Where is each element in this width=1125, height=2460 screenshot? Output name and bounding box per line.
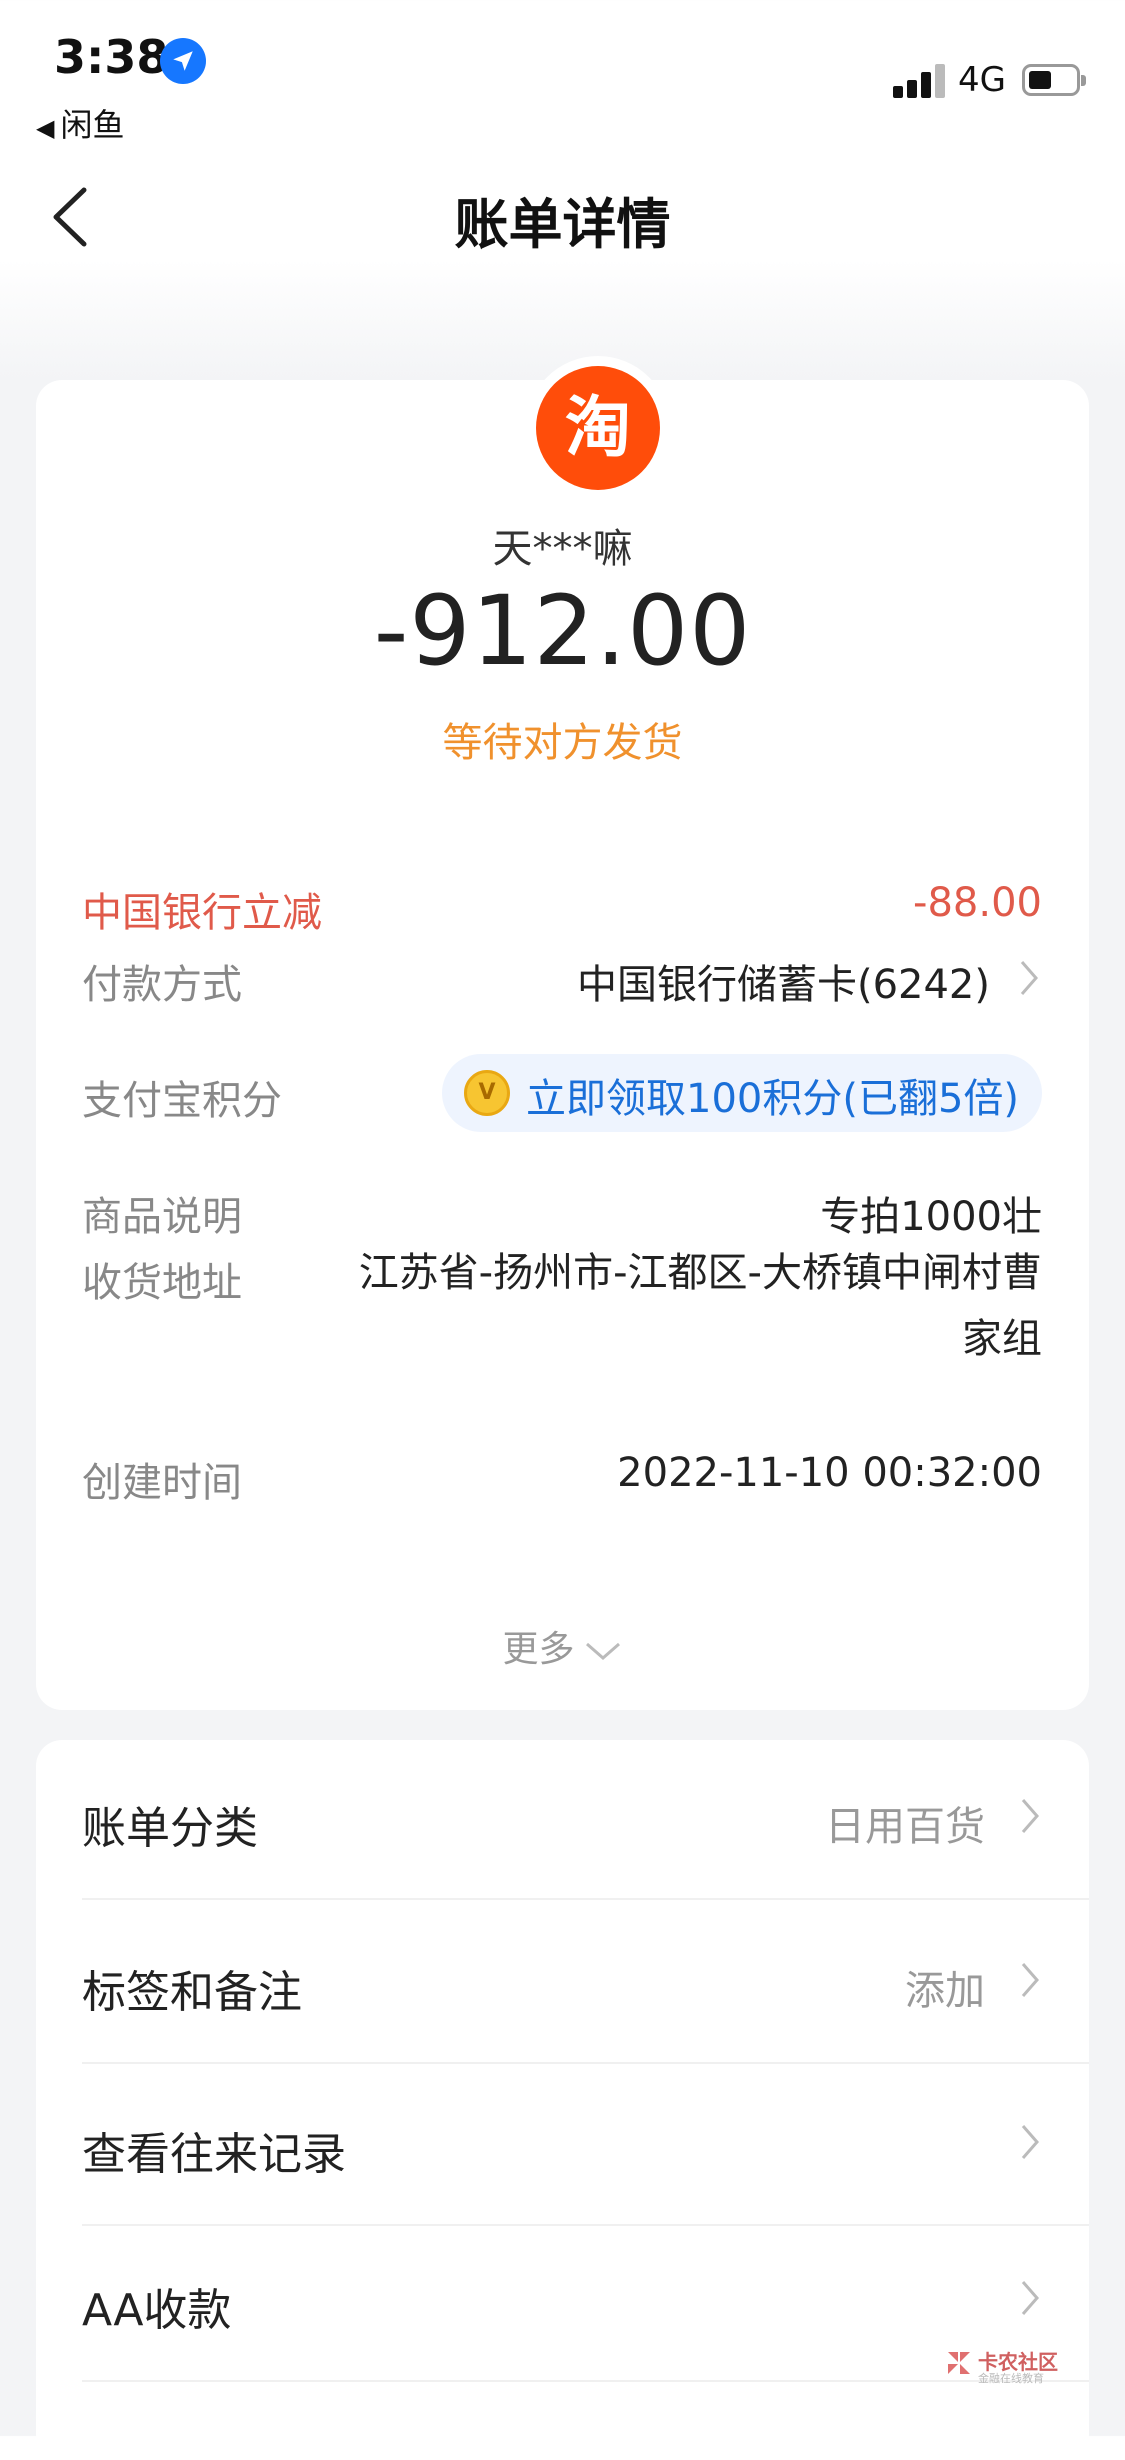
goods-description-value: 专拍1000壮 — [820, 1194, 1042, 1240]
transaction-history-row[interactable]: 查看往来记录 — [36, 2066, 1089, 2226]
tags-notes-value: 添加 — [905, 1968, 985, 2014]
bill-amount: -912.00 — [373, 575, 752, 687]
transaction-history-label: 查看往来记录 — [82, 2129, 346, 2180]
discount-label: 中国银行立减 — [82, 890, 322, 936]
created-time-label: 创建时间 — [82, 1460, 242, 1506]
status-bar: 3:38 ◀ 闲鱼 4G — [0, 0, 1125, 150]
aa-collect-row[interactable]: AA收款 — [36, 2222, 1089, 2382]
back-app-label: 闲鱼 — [60, 106, 125, 144]
back-triangle-icon: ◀ — [36, 114, 55, 142]
payment-method-label: 付款方式 — [82, 962, 242, 1008]
battery-icon — [1022, 64, 1086, 96]
order-status: 等待对方发货 — [442, 720, 683, 766]
cellular-signal-icon — [893, 64, 945, 98]
points-label: 支付宝积分 — [82, 1078, 282, 1124]
more-label: 更多 — [502, 1629, 575, 1670]
created-time-value: 2022-11-10 00:32:00 — [617, 1450, 1042, 1496]
shipping-address-value: 江苏省-扬州市-江都区-大桥镇中闸村曹家组 — [358, 1250, 1042, 1362]
page-title: 账单详情 — [454, 193, 671, 256]
status-time: 3:38 — [54, 30, 169, 84]
watermark-subtitle: 金融在线教育 — [978, 2372, 1044, 2385]
goods-description-label: 商品说明 — [82, 1194, 242, 1240]
watermark: 卡农社区 金融在线教育 — [944, 2346, 1064, 2386]
bill-category-row[interactable]: 账单分类 日用百货 — [36, 1740, 1089, 1900]
chevron-right-icon — [1021, 1963, 1039, 1997]
bill-category-label: 账单分类 — [82, 1803, 258, 1854]
bill-actions-card: 账单分类 日用百货 标签和备注 添加 查看往来记录 AA收款 — [36, 1740, 1089, 2460]
bill-detail-card: 淘 天***嘛 -912.00 等待对方发货 中国银行立减 -88.00 付款方… — [36, 356, 1089, 1710]
network-type: 4G — [958, 60, 1006, 100]
location-arrow-icon — [160, 38, 206, 84]
merchant-logo: 淘 — [526, 356, 670, 500]
chevron-down-icon — [585, 1642, 620, 1660]
tags-notes-row[interactable]: 标签和备注 添加 — [36, 1904, 1089, 2064]
shipping-address-label: 收货地址 — [82, 1260, 242, 1306]
discount-value: -88.00 — [913, 880, 1042, 926]
bill-category-value: 日用百货 — [825, 1804, 985, 1850]
merchant-name: 天***嘛 — [492, 526, 633, 572]
chevron-right-icon — [1021, 2281, 1039, 2315]
watermark-logo-icon — [948, 2352, 970, 2374]
points-coin-icon: V — [464, 1070, 510, 1116]
chevron-right-icon — [1020, 961, 1038, 995]
chevron-right-icon — [1021, 2125, 1039, 2159]
tags-notes-label: 标签和备注 — [82, 1967, 302, 2018]
taobao-logo-icon: 淘 — [536, 366, 660, 490]
chevron-right-icon — [1021, 1799, 1039, 1833]
payment-method-value: 中国银行储蓄卡(6242) — [576, 962, 990, 1008]
claim-points-button[interactable]: V 立即领取100积分(已翻5倍) — [442, 1054, 1042, 1132]
claim-points-label: 立即领取100积分(已翻5倍) — [526, 1076, 1020, 1122]
more-toggle[interactable]: 更多 — [36, 1620, 1089, 1672]
aa-collect-label: AA收款 — [82, 2285, 232, 2336]
back-to-app-link[interactable]: ◀ 闲鱼 — [36, 100, 124, 146]
